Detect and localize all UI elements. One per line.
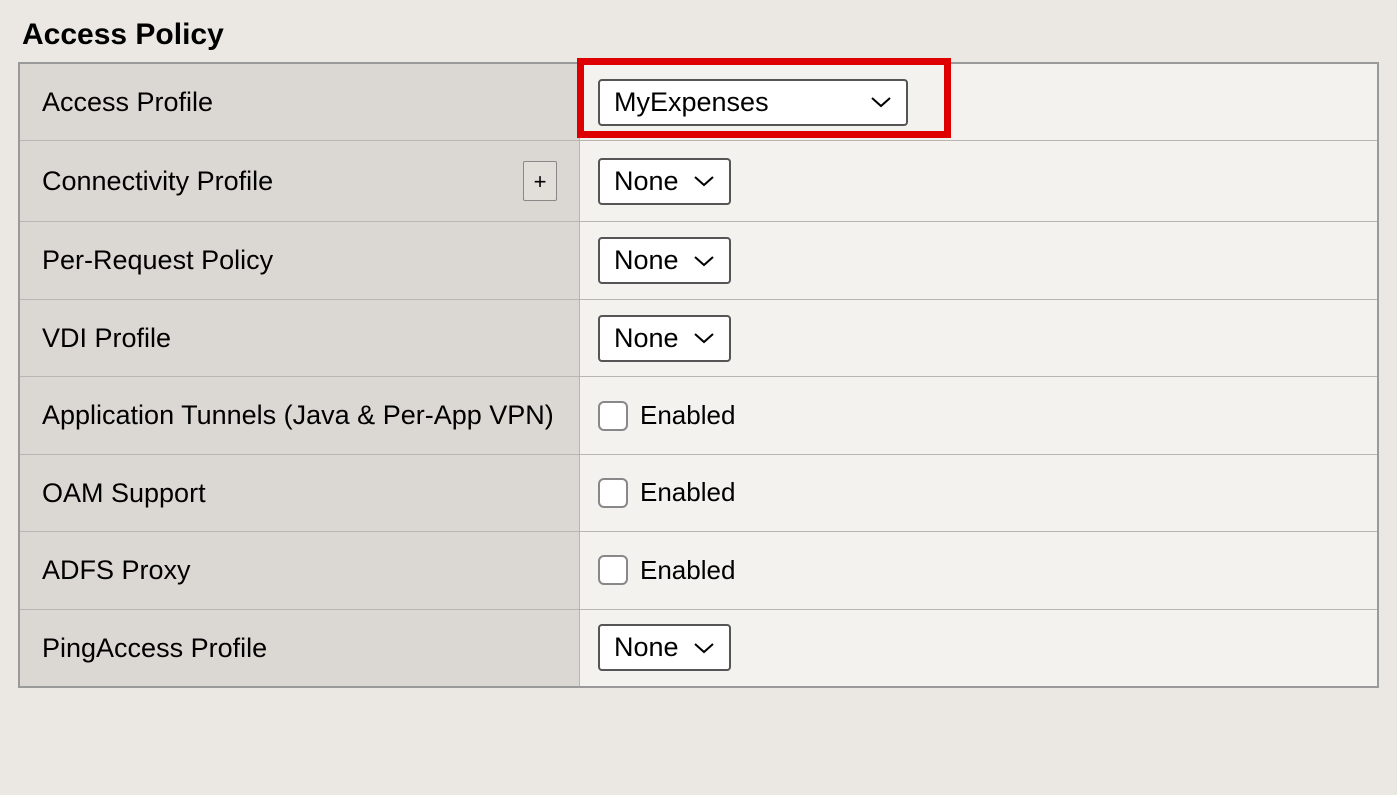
- app-tunnels-checkbox[interactable]: Enabled: [598, 400, 735, 431]
- oam-support-checkbox[interactable]: Enabled: [598, 477, 735, 508]
- control-cell-oam-support: Enabled: [580, 455, 1377, 531]
- select-value: None: [614, 166, 679, 197]
- checkbox-box: [598, 401, 628, 431]
- label-pingaccess-profile: PingAccess Profile: [20, 610, 580, 686]
- select-value: None: [614, 323, 679, 354]
- label-app-tunnels: Application Tunnels (Java & Per-App VPN): [20, 377, 580, 453]
- checkbox-box: [598, 478, 628, 508]
- checkbox-label: Enabled: [640, 555, 735, 586]
- label-connectivity-profile: Connectivity Profile +: [20, 141, 580, 221]
- chevron-down-icon: [870, 95, 892, 109]
- label-text: Connectivity Profile: [42, 163, 273, 199]
- access-policy-table: Access Profile MyExpenses Connectivity P…: [18, 62, 1379, 688]
- per-request-policy-select[interactable]: None: [598, 237, 731, 284]
- label-vdi-profile: VDI Profile: [20, 300, 580, 376]
- control-cell-app-tunnels: Enabled: [580, 377, 1377, 453]
- label-oam-support: OAM Support: [20, 455, 580, 531]
- add-connectivity-profile-button[interactable]: +: [523, 161, 557, 201]
- adfs-proxy-checkbox[interactable]: Enabled: [598, 555, 735, 586]
- control-cell-connectivity-profile: None: [580, 141, 1377, 221]
- control-cell-access-profile: MyExpenses: [580, 64, 1377, 140]
- label-per-request-policy: Per-Request Policy: [20, 222, 580, 298]
- row-app-tunnels: Application Tunnels (Java & Per-App VPN)…: [20, 377, 1377, 454]
- row-adfs-proxy: ADFS Proxy Enabled: [20, 532, 1377, 609]
- label-text: ADFS Proxy: [42, 552, 191, 588]
- pingaccess-profile-select[interactable]: None: [598, 624, 731, 671]
- row-pingaccess-profile: PingAccess Profile None: [20, 610, 1377, 686]
- section-title: Access Policy: [18, 18, 1379, 52]
- access-profile-select[interactable]: MyExpenses: [598, 79, 908, 126]
- control-cell-adfs-proxy: Enabled: [580, 532, 1377, 608]
- label-text: Application Tunnels (Java & Per-App VPN): [42, 397, 554, 433]
- label-adfs-proxy: ADFS Proxy: [20, 532, 580, 608]
- label-text: VDI Profile: [42, 320, 171, 356]
- row-access-profile: Access Profile MyExpenses: [20, 64, 1377, 141]
- select-value: None: [614, 245, 679, 276]
- checkbox-box: [598, 555, 628, 585]
- chevron-down-icon: [693, 254, 715, 268]
- chevron-down-icon: [693, 174, 715, 188]
- vdi-profile-select[interactable]: None: [598, 315, 731, 362]
- select-value: MyExpenses: [614, 87, 769, 118]
- checkbox-label: Enabled: [640, 400, 735, 431]
- connectivity-profile-select[interactable]: None: [598, 158, 731, 205]
- row-vdi-profile: VDI Profile None: [20, 300, 1377, 377]
- checkbox-label: Enabled: [640, 477, 735, 508]
- label-access-profile: Access Profile: [20, 64, 580, 140]
- row-connectivity-profile: Connectivity Profile + None: [20, 141, 1377, 222]
- control-cell-pingaccess-profile: None: [580, 610, 1377, 686]
- row-per-request-policy: Per-Request Policy None: [20, 222, 1377, 299]
- label-text: Per-Request Policy: [42, 242, 273, 278]
- control-cell-per-request-policy: None: [580, 222, 1377, 298]
- label-text: OAM Support: [42, 475, 206, 511]
- control-cell-vdi-profile: None: [580, 300, 1377, 376]
- row-oam-support: OAM Support Enabled: [20, 455, 1377, 532]
- chevron-down-icon: [693, 331, 715, 345]
- label-text: Access Profile: [42, 84, 213, 120]
- chevron-down-icon: [693, 641, 715, 655]
- label-text: PingAccess Profile: [42, 630, 267, 666]
- select-value: None: [614, 632, 679, 663]
